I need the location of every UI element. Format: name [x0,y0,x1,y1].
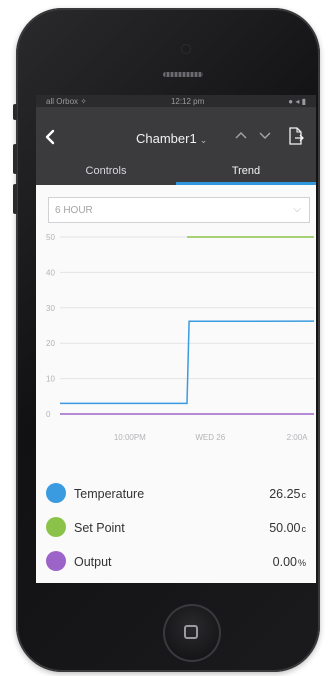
y-tick-label: 20 [46,339,55,348]
tab-controls[interactable]: Controls [36,157,176,185]
temperature-color-dot [46,483,66,503]
set-point-unit: c [301,524,307,534]
home-button[interactable] [163,604,221,662]
chevron-down-icon: ⌄ [199,135,208,145]
next-chamber-button[interactable] [258,129,272,143]
status-bar: all Orbox ✧ 12:12 pm ● ◂ ▮ [36,95,316,107]
front-camera [182,45,190,53]
y-tick-label: 30 [46,304,55,313]
nav-bar: Chamber1 ⌄ [36,107,316,157]
legend-item-temperature: Temperature 26.25c [36,479,316,513]
mute-switch [13,104,17,120]
set-point-color-dot [46,517,66,537]
trend-chart: 0 10 20 30 40 50 10:00PM WED 26 2:00A [46,233,315,442]
temperature-unit: c [301,490,307,500]
battery-indicator: ● ◂ ▮ [288,96,306,106]
y-tick-label: 10 [46,375,55,384]
legend-label: Temperature [74,487,145,501]
home-square-icon [184,625,198,639]
chamber-selector[interactable]: Chamber1 ⌄ [136,131,207,146]
chevron-up-icon [235,132,247,139]
x-tick-label: WED 26 [195,433,225,442]
legend-reading: 50.00c [269,521,306,535]
legend-label: Output [74,555,112,569]
legend-item-set-point: Set Point 50.00c [36,513,316,547]
y-tick-label: 50 [46,233,55,242]
volume-up-button [13,144,17,174]
set-point-value: 50.00 [269,521,301,535]
y-tick-label: 0 [46,410,51,419]
status-time: 12:12 pm [170,96,205,106]
time-range-select[interactable]: 6 HOUR ⌵ [48,197,310,223]
time-range-value: 6 HOUR [55,205,93,216]
x-tick-label: 10:00PM [114,433,146,442]
chamber-title: Chamber1 [136,131,197,146]
temperature-value: 26.25 [269,487,301,501]
output-color-dot [46,551,66,571]
x-tick-label: 2:00A [287,433,309,442]
app-screen: all Orbox ✧ 12:12 pm ● ◂ ▮ Chamber1 ⌄ Co… [36,95,316,583]
volume-down-button [13,184,17,214]
series-line-temperature [60,320,315,405]
export-button[interactable] [288,127,304,145]
export-icon [289,127,304,145]
back-button[interactable] [40,127,60,147]
y-tick-label: 40 [46,268,55,277]
previous-chamber-button[interactable] [234,129,248,143]
legend-item-output: Output 0.00% [36,547,316,581]
back-chevron-icon [45,129,55,145]
legend-reading: 26.25c [269,487,306,501]
legend-reading: 0.00% [273,555,306,569]
tab-bar: Controls Trend [36,157,316,185]
chevron-down-icon: ⌵ [293,204,301,215]
chart-legend: Temperature 26.25c Set Point 50.00c Outp… [36,479,316,581]
trend-panel: 6 HOUR ⌵ 0 10 20 30 40 50 10:00PM WED 26 2:00A T… [36,185,316,583]
tab-trend[interactable]: Trend [176,157,316,185]
carrier-signal: all Orbox ✧ [46,96,87,106]
chevron-down-icon [259,132,271,139]
earpiece-speaker [163,72,203,77]
legend-label: Set Point [74,521,125,535]
output-value: 0.00 [272,555,297,569]
output-unit: % [297,558,306,568]
